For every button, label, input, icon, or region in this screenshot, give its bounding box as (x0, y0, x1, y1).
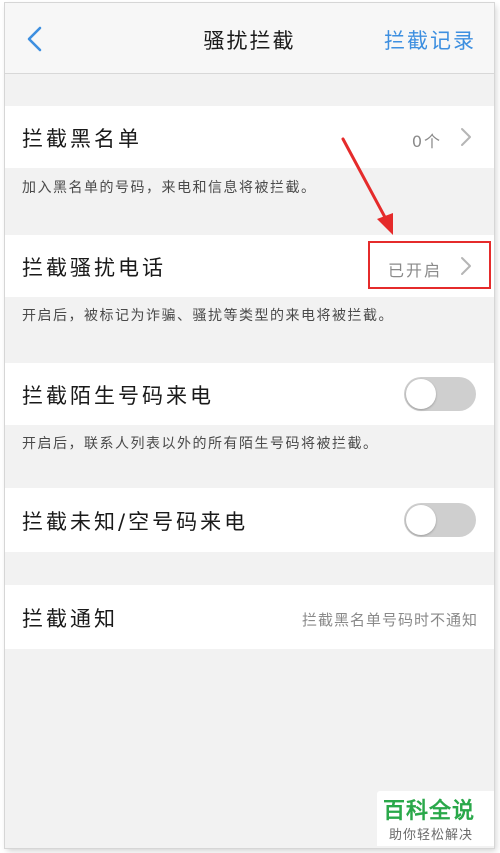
annotation-arrow (341, 137, 393, 235)
toggle-knob (406, 379, 436, 409)
unknown-calls-toggle[interactable] (404, 503, 476, 537)
toggle-knob (406, 505, 436, 535)
harassment-calls-label: 拦截骚扰电话 (22, 256, 166, 280)
harassment-description: 开启后，被标记为诈骗、骚扰等类型的来电将被拦截。 (22, 308, 394, 324)
stranger-calls-row: 拦截陌生号码来电 (5, 363, 494, 425)
navigation-bar: 骚扰拦截 拦截记录 (5, 3, 494, 74)
blacklist-label: 拦截黑名单 (22, 127, 142, 151)
stranger-calls-toggle[interactable] (404, 377, 476, 411)
blacklist-count: 0个 (411, 132, 442, 151)
stranger-calls-label: 拦截陌生号码来电 (22, 384, 214, 408)
blacklist-row[interactable]: 拦截黑名单 0个 (5, 106, 494, 168)
watermark-title: 百科全说 (383, 799, 476, 824)
phone-screen: 骚扰拦截 拦截记录 拦截黑名单 0个 加入黑名单的号码，来电和信息将被拦截。 拦… (5, 3, 494, 848)
watermark-subtitle: 助你轻松解决 (389, 828, 474, 843)
unknown-calls-label: 拦截未知/空号码来电 (22, 510, 249, 534)
chevron-right-icon (461, 128, 471, 146)
stranger-description: 开启后，联系人列表以外的所有陌生号码将被拦截。 (22, 436, 379, 452)
intercept-notification-label: 拦截通知 (22, 607, 118, 631)
intercept-notification-row[interactable]: 拦截通知 拦截黑名单号码时不通知 (5, 585, 494, 649)
intercept-records-button[interactable]: 拦截记录 (384, 25, 476, 55)
unknown-calls-row: 拦截未知/空号码来电 (5, 488, 494, 552)
blacklist-description: 加入黑名单的号码，来电和信息将被拦截。 (22, 180, 317, 196)
intercept-notification-value: 拦截黑名单号码时不通知 (301, 611, 478, 629)
annotation-highlight-box (368, 241, 491, 289)
watermark: 百科全说 助你轻松解决 (377, 791, 494, 846)
